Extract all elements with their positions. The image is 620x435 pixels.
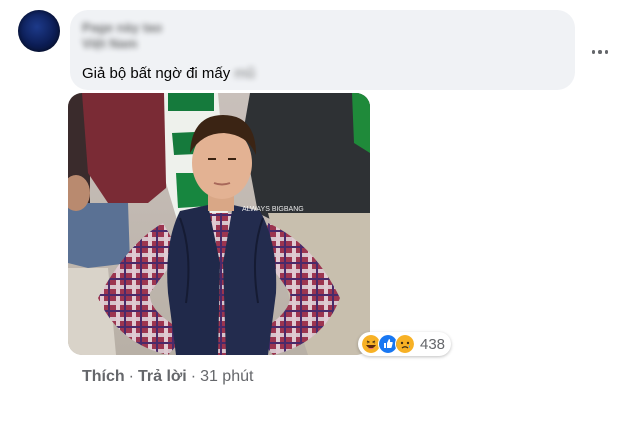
author-name-line-2[interactable]: Việt Nam	[82, 36, 563, 52]
more-dot-icon	[591, 50, 596, 54]
comment-text-blurred: mũ	[234, 65, 256, 82]
like-link[interactable]: Thích	[82, 368, 125, 385]
comment-image[interactable]: ALWAYS BIGBANG	[68, 93, 370, 355]
more-dot-icon	[598, 50, 602, 54]
comment-actions: Thích · Trả lời · 31 phút	[82, 368, 253, 386]
reply-link[interactable]: Trả lời	[138, 368, 187, 385]
comment-author[interactable]: Page này tao Việt Nam	[82, 20, 563, 52]
sad-icon	[395, 334, 415, 354]
reaction-count: 438	[420, 335, 446, 353]
more-dot-icon	[604, 50, 609, 54]
separator: ·	[128, 368, 134, 385]
separator: ·	[190, 368, 197, 385]
author-name-line-1[interactable]: Page này tao	[82, 20, 563, 36]
comment-bubble: Page này tao Việt Nam Giả bộ bất ngờ đi …	[70, 10, 575, 90]
comment-text-main: Giả bộ bất ngờ đi mấy	[82, 65, 231, 82]
comment-text: Giả bộ bất ngờ đi mấy mũ	[82, 65, 255, 82]
reactions-summary[interactable]: 438	[358, 332, 452, 356]
image-watermark: ALWAYS BIGBANG	[242, 206, 304, 213]
more-options-button[interactable]	[588, 44, 612, 60]
avatar[interactable]	[18, 10, 60, 52]
timestamp-link[interactable]: 31 phút	[200, 368, 253, 385]
meme-photo: ALWAYS BIGBANG	[68, 93, 370, 355]
